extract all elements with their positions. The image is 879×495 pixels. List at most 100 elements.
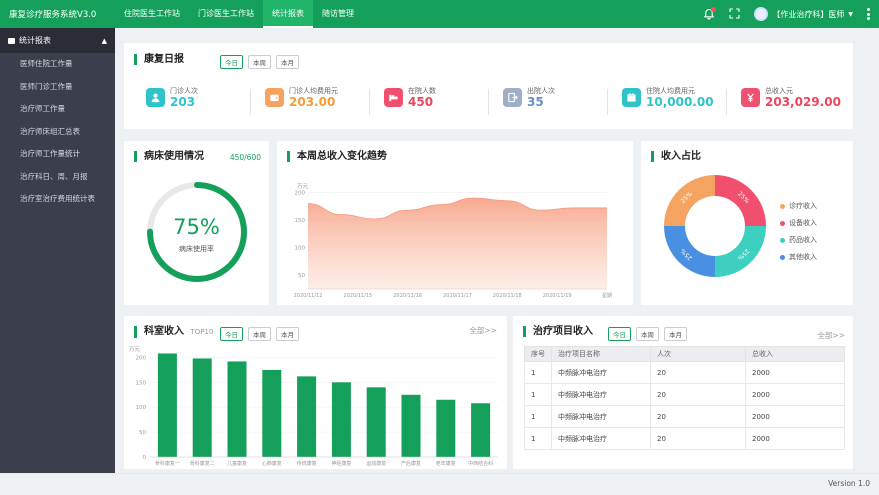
tab-today[interactable]: 今日 — [220, 55, 243, 69]
sidebar-item-periodic-report[interactable]: 治疗科日、周、月报 — [0, 166, 115, 189]
project-tabs: 今日 本周 本月 — [608, 327, 687, 341]
user-menu[interactable]: 【作业治疗科】医师 ▼ — [754, 7, 853, 21]
nav-reports[interactable]: 统计报表 — [263, 0, 313, 28]
table-header-row: 序号 治疗项目名称 人次 总收入 — [524, 346, 845, 362]
sidebar-item-outpatient-workload[interactable]: 医师门诊工作量 — [0, 76, 115, 99]
cell-name: 中频脉冲电治疗 — [551, 405, 651, 428]
tab-month[interactable]: 本月 — [276, 55, 299, 69]
table-row[interactable]: 1 中频脉冲电治疗 20 2000 — [524, 361, 845, 384]
stat-divider — [488, 89, 489, 115]
bar — [157, 353, 177, 457]
x-tick-label: 运动康复 — [366, 460, 386, 467]
tab-week[interactable]: 本周 — [636, 327, 659, 341]
y-tick-label: 50 — [139, 430, 146, 436]
y-tick-label: 150 — [295, 218, 306, 224]
legend-item[interactable]: 设备收入 — [780, 218, 817, 228]
y-axis-unit: 万元 — [297, 183, 309, 190]
legend-marker — [780, 254, 785, 260]
table-row[interactable]: 1 中频脉冲电治疗 20 2000 — [524, 383, 845, 406]
fullscreen-icon[interactable] — [729, 7, 740, 21]
table-row[interactable]: 1 中频脉冲电治疗 20 2000 — [524, 405, 845, 428]
cell-index: 1 — [524, 383, 552, 406]
table-row[interactable]: 1 中频脉冲电治疗 20 2000 — [524, 427, 845, 450]
legend-label: 药品收入 — [789, 236, 817, 244]
top-right-tools: 【作业治疗科】医师 ▼ — [703, 0, 853, 28]
stat-divider — [369, 89, 370, 115]
sidebar-item-therapist-summary[interactable]: 治疗师床组汇总表 — [0, 121, 115, 144]
user-name: 【作业治疗科】医师 — [772, 9, 845, 19]
cell-income: 2000 — [745, 405, 845, 428]
sidebar-group-reports[interactable]: 统计报表 ▲ — [0, 28, 115, 53]
x-tick-label: 2020/11/16 — [393, 293, 422, 299]
cell-count: 20 — [650, 383, 746, 406]
tab-month[interactable]: 本月 — [664, 327, 687, 341]
cell-income: 2000 — [745, 383, 845, 406]
y-tick-label: 100 — [295, 246, 306, 252]
exit-icon — [503, 88, 522, 107]
calendar-icon — [622, 88, 641, 107]
avatar — [754, 7, 769, 21]
stat-value: 35 — [527, 95, 544, 109]
pie-slice — [664, 175, 715, 226]
x-tick-label: 中西结合科 — [468, 460, 493, 467]
y-tick-label: 200 — [295, 191, 306, 197]
nav-followup[interactable]: 随访管理 — [313, 0, 363, 28]
bell-icon[interactable] — [703, 7, 717, 20]
cell-income: 2000 — [745, 361, 845, 384]
x-tick-label: 传统康复 — [297, 460, 317, 467]
stat-value: 10,000.00 — [646, 95, 714, 109]
tab-today[interactable]: 今日 — [608, 327, 631, 341]
notification-dot — [711, 7, 717, 12]
cell-count: 20 — [650, 361, 746, 384]
stat-value: 203 — [170, 95, 196, 109]
stat-divider — [726, 89, 727, 115]
bed-usage-percent: 75% — [173, 215, 220, 239]
y-tick-label: 150 — [136, 380, 147, 386]
cell-name: 中频脉冲电治疗 — [551, 427, 651, 450]
legend-label: 诊疗收入 — [789, 202, 817, 210]
chevron-down-icon: ▼ — [848, 10, 853, 18]
stat-item: 住院人均费用元 10,000.00 — [622, 86, 741, 115]
tab-week[interactable]: 本周 — [248, 55, 271, 69]
more-icon[interactable] — [867, 8, 870, 20]
sidebar-item-room-fees[interactable]: 治疗室治疗费用统计表 — [0, 188, 115, 211]
revenue-trend-card: 本周总收入变化趋势 万元 50 100 150 200 2020/11/12 2020/11… — [277, 141, 633, 305]
sidebar-item-therapist-workload[interactable]: 治疗师工作量 — [0, 98, 115, 121]
bar — [436, 399, 456, 457]
x-tick-label: 星期 — [602, 293, 612, 299]
stat-item: 总收入元 203,029.00 — [741, 86, 860, 109]
pie-slice — [715, 175, 766, 226]
sidebar-item-therapist-stats[interactable]: 治疗师工作量统计 — [0, 143, 115, 166]
legend-label: 设备收入 — [789, 219, 817, 227]
x-tick-label: 心肺康复 — [262, 460, 282, 467]
legend-label: 其他收入 — [789, 253, 817, 261]
trend-area — [308, 198, 607, 289]
project-table: 序号 治疗项目名称 人次 总收入 1 中频脉冲电治疗 20 2000 1 中频脉冲电治疗… — [524, 346, 845, 450]
col-name: 治疗项目名称 — [551, 346, 651, 362]
footer: Version 1.0 — [0, 473, 879, 495]
bar — [297, 376, 317, 457]
sidebar-item-inpatient-workload[interactable]: 医师住院工作量 — [0, 53, 115, 76]
nav-outpatient[interactable]: 门诊医生工作站 — [189, 0, 263, 28]
yen-icon — [741, 88, 760, 107]
legend-item[interactable]: 药品收入 — [780, 235, 817, 245]
legend-item[interactable]: 其他收入 — [780, 252, 817, 262]
stats-row: 门诊人次 203 门诊人均费用元 203.00 在院人数 450 出院人次 35… — [146, 86, 860, 115]
caret-up-icon: ▲ — [101, 37, 107, 45]
bar — [331, 382, 351, 457]
legend-item[interactable]: 诊疗收入 — [780, 201, 817, 211]
revenue-trend-chart: 万元 50 100 150 200 2020/11/12 2020/11/15 2020/11… — [294, 183, 612, 299]
cell-name: 中频脉冲电治疗 — [551, 383, 651, 406]
x-tick-label: 2020/11/18 — [493, 293, 522, 299]
x-tick-label: 老年康复 — [436, 460, 456, 467]
nav-inpatient[interactable]: 住院医生工作站 — [115, 0, 189, 28]
project-all-link[interactable]: 全部>> — [817, 330, 845, 341]
x-tick-label: 儿童康复 — [227, 460, 247, 467]
cell-index: 1 — [524, 405, 552, 428]
cell-index: 1 — [524, 361, 552, 384]
stat-divider — [607, 89, 608, 115]
report-icon — [8, 37, 15, 44]
col-count: 人次 — [650, 346, 746, 362]
cell-index: 1 — [524, 427, 552, 450]
version-label: Version 1.0 — [828, 479, 870, 488]
